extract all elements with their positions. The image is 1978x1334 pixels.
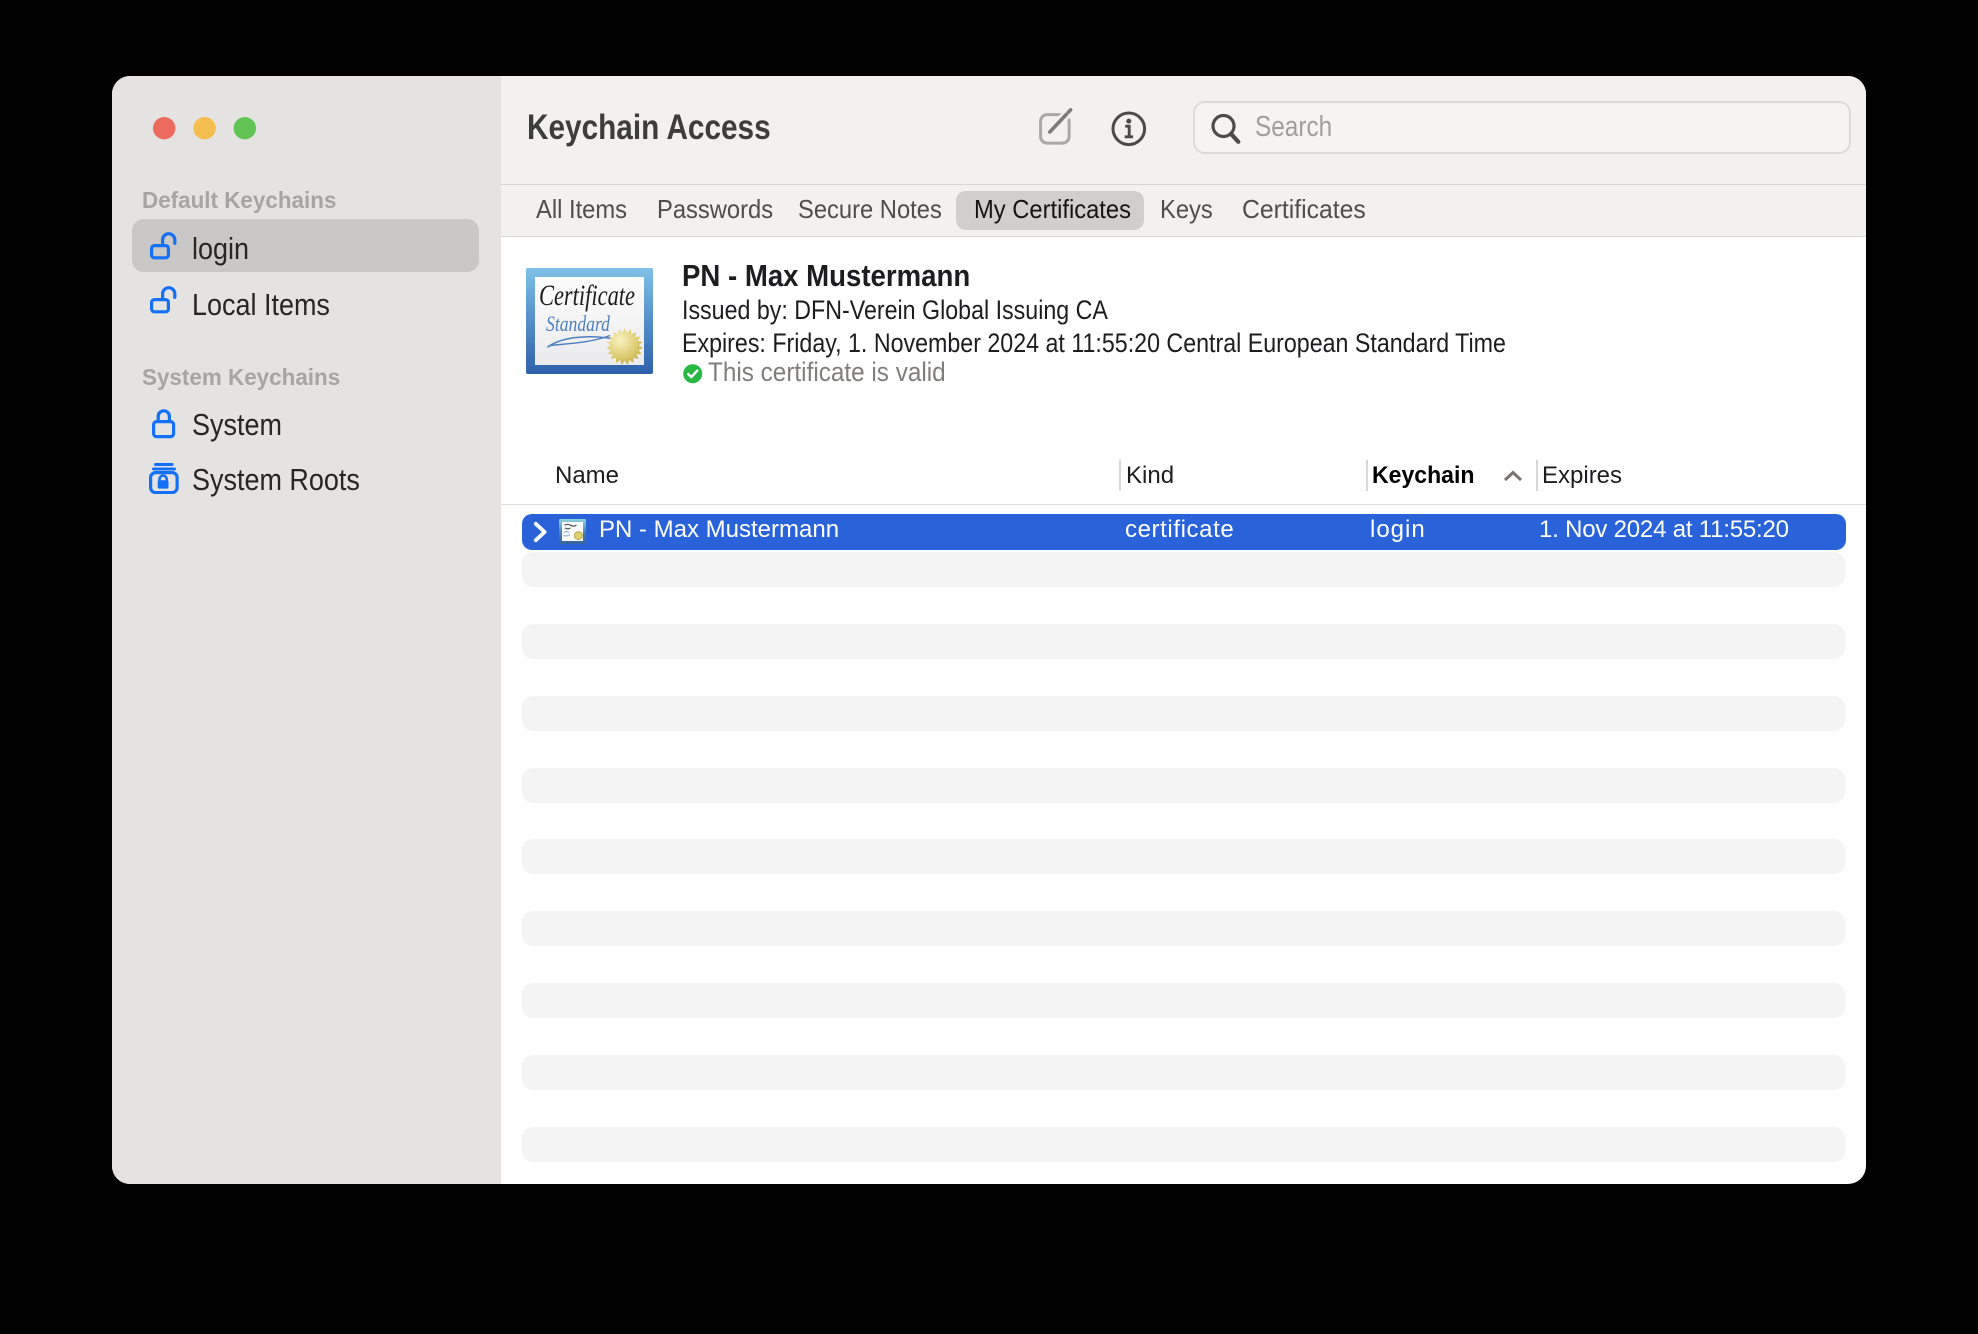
svg-text:Certificate: Certificate [539,279,635,312]
svg-text:Standard: Standard [546,311,611,336]
